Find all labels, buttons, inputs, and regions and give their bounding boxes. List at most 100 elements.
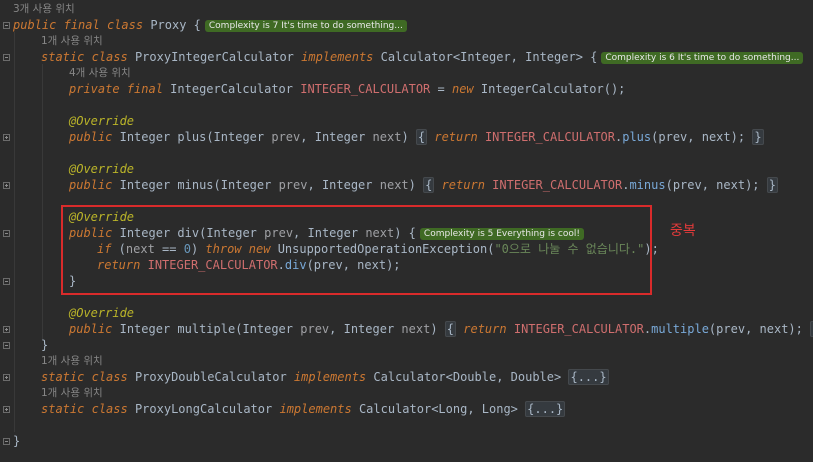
code-line-closing-brace[interactable]: } <box>13 433 20 449</box>
indent-guide <box>42 64 43 340</box>
annotation: @Override <box>69 306 135 320</box>
keyword: return <box>463 322 507 336</box>
class-name: ProxyIntegerCalculator <box>134 50 294 64</box>
folded-brace[interactable]: } <box>752 129 764 145</box>
folded-brace[interactable]: { <box>415 129 428 145</box>
code-line-plus-method[interactable]: public Integer plus(Integer prev, Intege… <box>69 129 764 145</box>
code-line-field-declaration[interactable]: private final IntegerCalculator INTEGER_… <box>69 81 625 97</box>
code-line-override[interactable]: @Override <box>69 161 134 177</box>
fold-expand-icon[interactable] <box>3 374 10 381</box>
code-line-minus-method[interactable]: public Integer minus(Integer prev, Integ… <box>69 177 778 193</box>
usage-hint-long-calculator[interactable]: 1개 사용 위치 <box>41 385 103 401</box>
folded-brace[interactable]: { <box>423 177 435 193</box>
complexity-badge[interactable]: Complexity is 6 It's time to do somethin… <box>601 52 804 64</box>
keyword: static <box>41 370 85 384</box>
keyword: private <box>69 82 120 96</box>
parameter: prev <box>278 178 308 192</box>
type-name: Integer <box>220 178 272 192</box>
fold-collapse-icon[interactable] <box>3 230 10 237</box>
code-line-double-calculator-declaration[interactable]: static class ProxyDoubleCalculator imple… <box>41 369 609 385</box>
fold-end-icon[interactable] <box>3 342 10 349</box>
keyword: public <box>13 18 57 32</box>
interface-name: Calculator<Integer, Integer> <box>380 50 583 64</box>
fold-collapse-icon[interactable] <box>3 22 10 29</box>
keyword: final <box>63 18 100 32</box>
parameter: prev <box>300 322 330 336</box>
method-call: minus <box>629 178 666 192</box>
fold-expand-icon[interactable] <box>3 406 10 413</box>
parameter: next <box>372 130 402 144</box>
constant-name: INTEGER_CALCULATOR <box>300 82 431 96</box>
code-line-long-calculator-declaration[interactable]: static class ProxyLongCalculator impleme… <box>41 401 566 417</box>
annotation: @Override <box>69 162 135 176</box>
code-line-override[interactable]: @Override <box>69 113 134 129</box>
usage-hint-double-calculator[interactable]: 1개 사용 위치 <box>41 353 103 369</box>
fold-expand-icon[interactable] <box>3 182 10 189</box>
usage-hint-integer-field[interactable]: 4개 사용 위치 <box>69 65 131 81</box>
usage-hint-integer-calculator[interactable]: 1개 사용 위치 <box>41 33 103 49</box>
fold-collapse-icon[interactable] <box>3 54 10 61</box>
keyword: implements <box>293 370 367 384</box>
class-name: ProxyDoubleCalculator <box>134 370 287 384</box>
keyword: class <box>106 18 144 32</box>
complexity-badge[interactable]: Complexity is 7 It's time to do somethin… <box>204 20 407 32</box>
parameter: next <box>379 178 409 192</box>
folded-brace[interactable]: { <box>444 321 457 337</box>
method-name: minus <box>177 178 214 192</box>
code-line-proxy-declaration[interactable]: public final class Proxy {Complexity is … <box>13 17 407 33</box>
method-call: plus <box>622 130 652 144</box>
keyword: class <box>91 50 128 64</box>
type-name: Integer <box>119 322 171 336</box>
argument: prev <box>672 178 702 192</box>
argument: next <box>701 130 731 144</box>
type-name: Integer <box>213 130 265 144</box>
folded-body[interactable]: {...} <box>568 369 609 385</box>
interface-name: Calculator<Long, Long> <box>358 402 518 416</box>
code-line-multiple-method[interactable]: public Integer multiple(Integer prev, In… <box>69 321 813 337</box>
keyword: final <box>126 82 163 96</box>
code-line-override[interactable]: @Override <box>69 305 134 321</box>
method-name: plus <box>177 130 207 144</box>
usage-hint-proxy[interactable]: 3개 사용 위치 <box>13 1 75 17</box>
argument: prev <box>716 322 746 336</box>
fold-expand-icon[interactable] <box>3 134 10 141</box>
argument: next <box>716 178 746 192</box>
keyword: implements <box>301 50 374 64</box>
fold-end-icon[interactable] <box>3 278 10 285</box>
annotation: @Override <box>69 114 135 128</box>
type-name: IntegerCalculator <box>170 82 293 96</box>
interface-name: Calculator<Double, Double> <box>373 370 562 384</box>
indent-guide <box>14 32 15 432</box>
fold-expand-icon[interactable] <box>3 326 10 333</box>
code-line-integer-calculator-declaration[interactable]: static class ProxyIntegerCalculator impl… <box>41 49 804 65</box>
duplicate-highlight-box <box>61 205 652 295</box>
keyword: public <box>69 130 113 144</box>
method-call: multiple <box>651 322 709 336</box>
class-name: ProxyLongCalculator <box>134 402 273 416</box>
class-name: Proxy <box>150 18 187 32</box>
keyword: public <box>69 178 113 192</box>
code-line-closing-brace[interactable]: } <box>41 337 48 353</box>
argument: next <box>759 322 789 336</box>
keyword: static <box>41 402 85 416</box>
code-editor[interactable]: 3개 사용 위치 public final class Proxy {Compl… <box>0 0 813 462</box>
parameter: next <box>401 322 431 336</box>
constant-name: INTEGER_CALCULATOR <box>513 322 644 336</box>
type-name: Integer <box>119 178 171 192</box>
method-name: multiple <box>177 322 236 336</box>
keyword: new <box>451 82 474 96</box>
folded-brace[interactable]: } <box>766 177 778 193</box>
keyword: return <box>434 130 478 144</box>
type-name: Integer <box>119 130 171 144</box>
type-name: Integer <box>314 130 366 144</box>
type-name: Integer <box>242 322 294 336</box>
keyword: class <box>91 402 128 416</box>
constant-name: INTEGER_CALCULATOR <box>484 130 615 144</box>
parameter: prev <box>271 130 301 144</box>
keyword: class <box>91 370 128 384</box>
type-name: Integer <box>321 178 373 192</box>
type-name: Integer <box>343 322 395 336</box>
constant-name: INTEGER_CALCULATOR <box>492 178 623 192</box>
folded-body[interactable]: {...} <box>525 401 566 417</box>
fold-end-icon[interactable] <box>3 438 10 445</box>
